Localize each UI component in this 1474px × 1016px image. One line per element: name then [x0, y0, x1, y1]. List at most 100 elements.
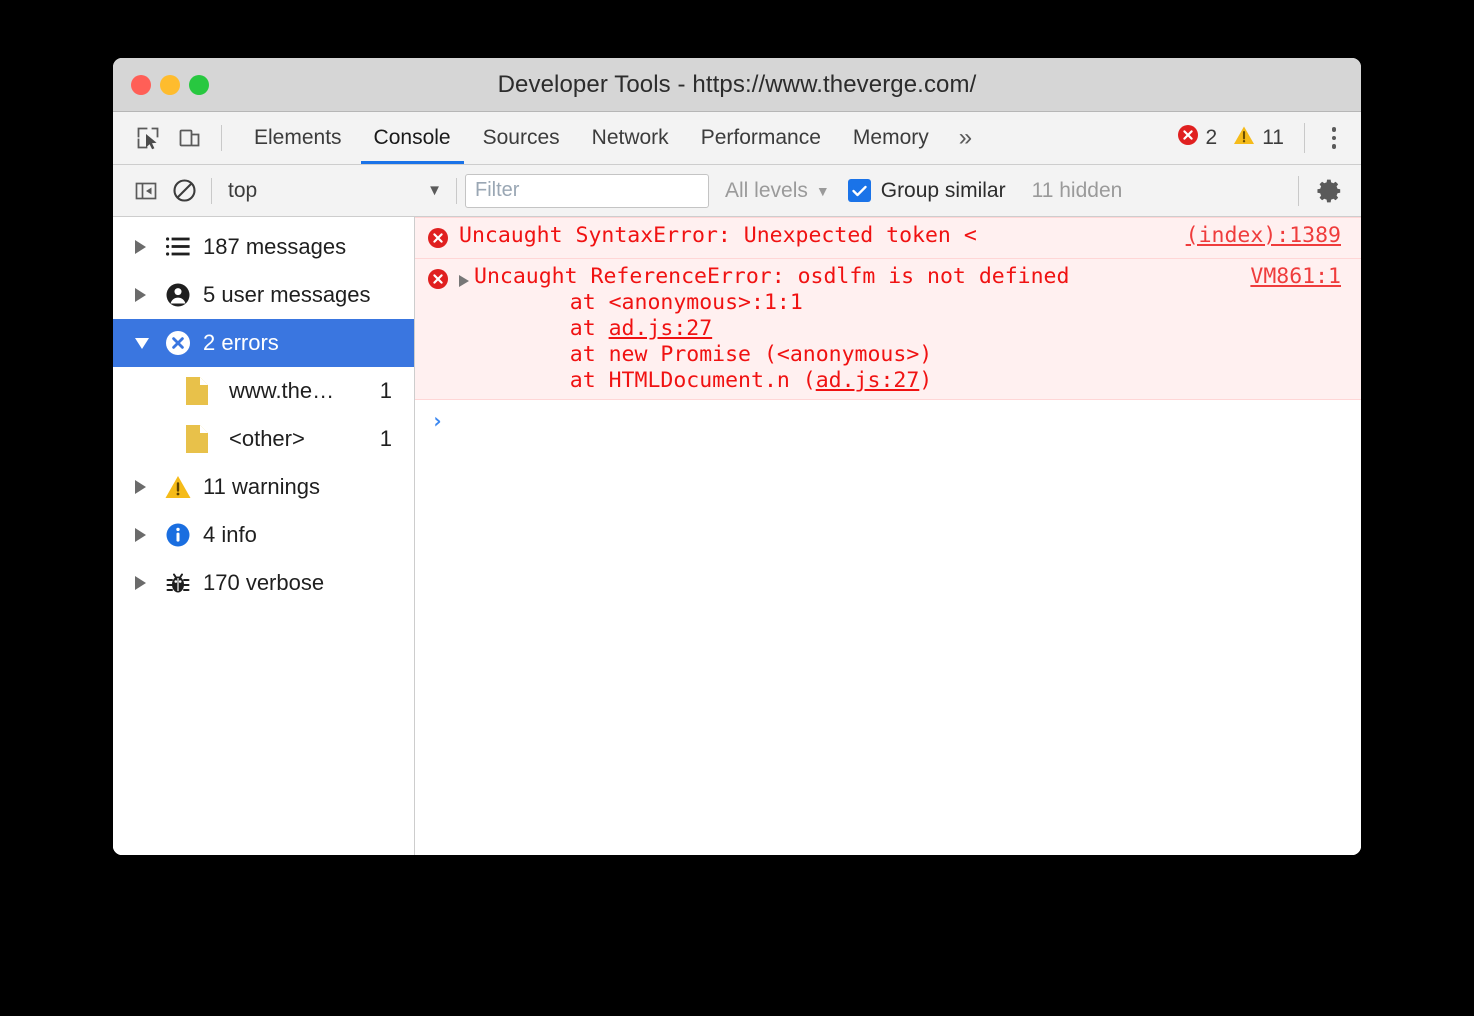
stack-frame: at new Promise (<anonymous>) — [518, 342, 1234, 368]
sidebar-item-label: 2 errors — [203, 330, 414, 356]
error-circle-icon — [1177, 124, 1199, 152]
log-levels-label: All levels — [725, 179, 808, 203]
devtools-window: Developer Tools - https://www.theverge.c… — [113, 58, 1361, 855]
console-message-row[interactable]: Uncaught SyntaxError: Unexpected token <… — [415, 217, 1361, 259]
sidebar-child-count: 1 — [380, 378, 414, 404]
hidden-messages-label: 11 hidden — [1032, 179, 1123, 203]
show-console-sidebar-icon[interactable] — [127, 173, 165, 209]
console-output: Uncaught SyntaxError: Unexpected token <… — [415, 217, 1361, 855]
stack-frame: at HTMLDocument.n (ad.js:27) — [518, 368, 1234, 394]
stack-frame-location: <anonymous>:1:1 — [609, 290, 803, 315]
filterbar-right-cluster — [1286, 173, 1349, 209]
error-circle-icon — [427, 227, 449, 253]
tabbar-right-cluster: 2 11 — [1177, 121, 1362, 155]
sidebar-item-label: 5 user messages — [203, 282, 414, 308]
info-circle-icon — [161, 522, 195, 548]
error-counter[interactable]: 2 — [1177, 124, 1218, 152]
stack-frame-location: HTMLDocument.n ( — [609, 368, 816, 393]
console-body: 187 messages 5 user messages — [113, 217, 1361, 855]
sidebar-item-verbose[interactable]: 170 verbose — [113, 559, 414, 607]
stack-frame-text: at — [518, 342, 609, 367]
user-icon — [161, 282, 195, 308]
chevron-right-icon[interactable] — [135, 576, 161, 590]
console-sidebar: 187 messages 5 user messages — [113, 217, 415, 855]
sidebar-item-user-messages[interactable]: 5 user messages — [113, 271, 414, 319]
sidebar-item-error-source-1[interactable]: www.the… 1 — [113, 367, 414, 415]
tab-memory[interactable]: Memory — [837, 112, 945, 164]
sidebar-item-label: 11 warnings — [203, 474, 414, 500]
stack-frame: at <anonymous>:1:1 — [518, 290, 1234, 316]
clear-console-icon[interactable] — [165, 173, 203, 209]
minimize-window-button[interactable] — [160, 75, 180, 95]
close-window-button[interactable] — [131, 75, 151, 95]
sidebar-item-label: 170 verbose — [203, 570, 414, 596]
group-similar-toggle[interactable]: Group similar — [848, 179, 1006, 203]
stack-frame-link[interactable]: ad.js:27 — [609, 316, 713, 341]
log-levels-selector[interactable]: All levels ▼ — [725, 179, 830, 203]
stack-frame: at ad.js:27 — [518, 316, 1234, 342]
tab-elements[interactable]: Elements — [238, 112, 358, 164]
execution-context-selector[interactable]: top ▼ — [220, 174, 448, 208]
console-prompt-input[interactable] — [444, 409, 1361, 433]
tab-sources[interactable]: Sources — [467, 112, 576, 164]
warning-triangle-icon — [1233, 125, 1255, 152]
gear-icon[interactable] — [1311, 173, 1349, 209]
filterbar-divider-1 — [211, 178, 212, 204]
sidebar-item-info[interactable]: 4 info — [113, 511, 414, 559]
console-message-body: Uncaught SyntaxError: Unexpected token < — [459, 223, 1170, 249]
stack-frame-location: new Promise (<anonymous>) — [609, 342, 933, 367]
chevron-right-icon[interactable] — [135, 528, 161, 542]
warning-counter[interactable]: 11 — [1233, 125, 1284, 152]
more-tabs-button[interactable]: » — [945, 112, 986, 164]
stack-frame-text: at — [518, 368, 609, 393]
console-message-row[interactable]: Uncaught ReferenceError: osdlfm is not d… — [415, 259, 1361, 400]
maximize-window-button[interactable] — [189, 75, 209, 95]
kebab-menu-icon[interactable] — [1317, 121, 1351, 155]
chevron-down-icon: ▼ — [816, 183, 830, 199]
filter-input[interactable] — [465, 174, 709, 208]
execution-context-value: top — [228, 179, 257, 203]
console-message-source-link[interactable]: VM861:1 — [1250, 264, 1361, 290]
chevron-right-icon[interactable] — [135, 480, 161, 494]
warning-triangle-icon — [161, 474, 195, 500]
sidebar-item-messages[interactable]: 187 messages — [113, 223, 414, 271]
stack-frame-link[interactable]: ad.js:27 — [816, 368, 920, 393]
sidebar-item-warnings[interactable]: 11 warnings — [113, 463, 414, 511]
stack-trace: at <anonymous>:1:1 at ad.js:27 at new Pr… — [474, 290, 1234, 394]
window-title: Developer Tools - https://www.theverge.c… — [113, 58, 1361, 111]
console-prompt-row[interactable]: › — [415, 400, 1361, 433]
tabbar-right-divider — [1304, 123, 1305, 153]
chevron-right-icon[interactable] — [135, 240, 161, 254]
sidebar-item-error-source-2[interactable]: <other> 1 — [113, 415, 414, 463]
error-circle-icon — [161, 330, 195, 356]
tab-console[interactable]: Console — [358, 112, 467, 164]
chevron-down-icon: ▼ — [427, 183, 442, 198]
traffic-lights — [131, 75, 209, 95]
group-similar-checkbox[interactable] — [848, 179, 871, 202]
list-icon — [161, 236, 195, 258]
expand-stack-trace-icon[interactable] — [459, 275, 469, 287]
tab-performance[interactable]: Performance — [685, 112, 837, 164]
error-count-label: 2 — [1206, 126, 1218, 150]
tab-network[interactable]: Network — [576, 112, 685, 164]
console-message-source-link[interactable]: (index):1389 — [1186, 223, 1361, 249]
chevron-right-icon[interactable] — [135, 288, 161, 302]
filterbar-divider-2 — [456, 178, 457, 204]
chevron-down-icon[interactable] — [135, 338, 161, 349]
device-toolbar-icon[interactable] — [169, 119, 211, 157]
group-similar-label: Group similar — [881, 179, 1006, 203]
sidebar-child-label: www.the… — [229, 378, 380, 404]
window-titlebar: Developer Tools - https://www.theverge.c… — [113, 58, 1361, 112]
sidebar-item-errors[interactable]: 2 errors — [113, 319, 414, 367]
prompt-chevron-icon: › — [431, 409, 444, 433]
sidebar-item-label: 187 messages — [203, 234, 414, 260]
stack-frame-text: at — [518, 290, 609, 315]
devtools-tabs: Elements Console Sources Network Perform… — [238, 112, 986, 164]
stack-frame-suffix: ) — [919, 368, 932, 393]
inspect-cursor-icon[interactable] — [127, 119, 169, 157]
file-icon — [185, 424, 215, 454]
warning-count-label: 11 — [1262, 126, 1284, 150]
sidebar-item-label: 4 info — [203, 522, 414, 548]
sidebar-child-label: <other> — [229, 426, 380, 452]
console-message-body: Uncaught ReferenceError: osdlfm is not d… — [474, 264, 1234, 394]
